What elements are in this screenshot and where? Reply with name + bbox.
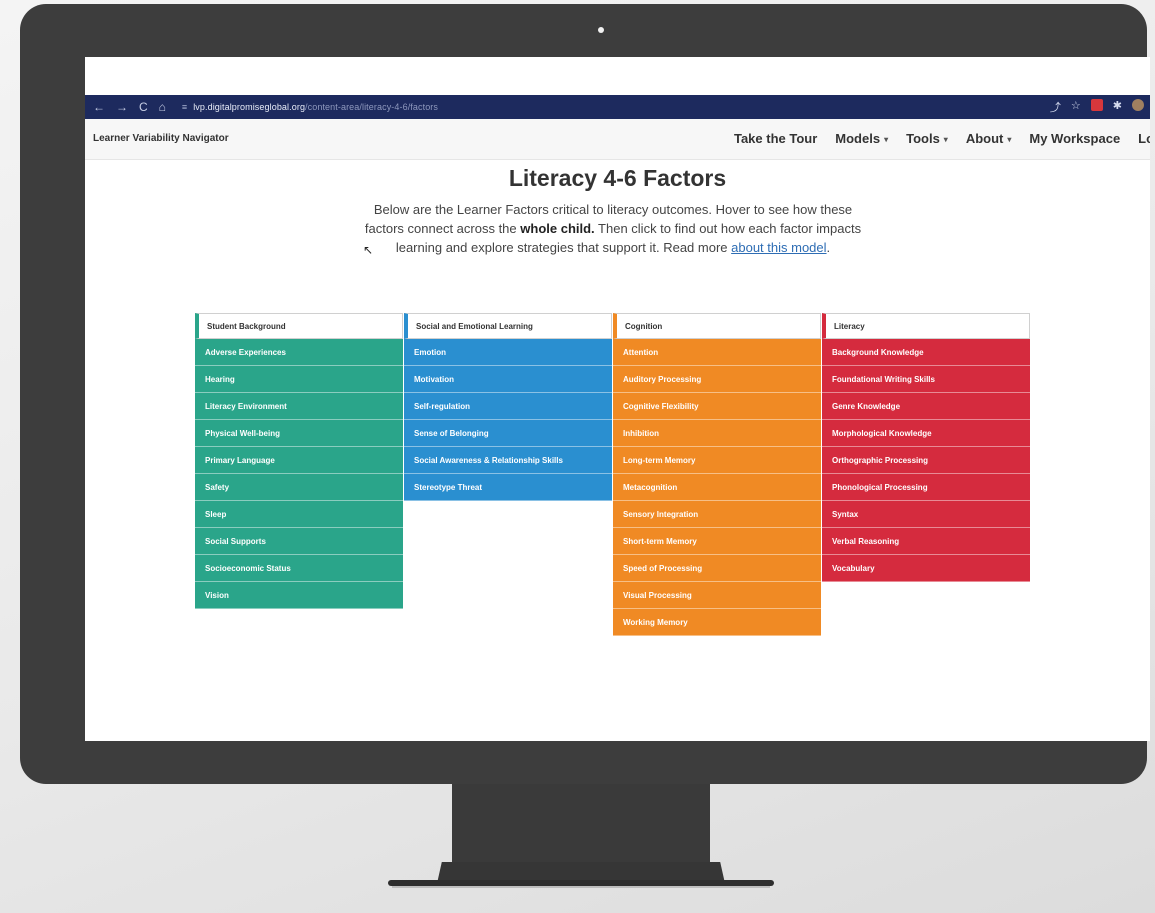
factor-item[interactable]: Metacognition [613,474,821,501]
extension-icon[interactable] [1090,99,1103,111]
mouse-cursor-icon: ↖ [363,243,374,257]
factor-item[interactable]: Genre Knowledge [822,393,1030,420]
nav-item-label: About [965,131,1004,146]
nav-item-label: My Workspace [1029,131,1121,146]
factor-item[interactable]: Inhibition [613,420,821,447]
intro-end: . [826,240,831,255]
factor-item[interactable]: Foundational Writing Skills [822,366,1030,393]
puzzle-icon[interactable]: ✱ [1113,99,1122,115]
webcam-dot [598,27,604,33]
factor-item[interactable]: Self-regulation [404,393,612,420]
nav-item-label: Take the Tour [733,131,818,146]
browser-nav: ← → C ⌂ [85,100,166,114]
factor-item[interactable]: Social Awareness & Relationship Skills [404,447,612,474]
page-title: Literacy 4-6 Factors [508,165,727,191]
main-menu: Take the Tour Models ▾ Tools ▾ About ▾ My Works… [734,131,1150,146]
factor-item[interactable]: Adverse Experiences [195,339,403,366]
site-navbar: Learner Variability Navigator Take the T… [85,119,1150,160]
url-host: lvp.digitalpromiseglobal.org [193,102,306,112]
factor-item[interactable]: Visual Processing [613,582,821,609]
nav-item-label: Tools [906,131,940,146]
lock-icon: ≡ [181,102,188,112]
factor-item[interactable]: Socioeconomic Status [195,555,403,582]
page-intro: Below are the Learner Factors critical t… [353,200,873,257]
factor-item[interactable]: Safety [195,474,403,501]
url-path: /content-area/literacy-4-6/factors [305,102,439,112]
nav-item-tools[interactable]: Tools ▾ [906,131,948,146]
factor-item[interactable]: Hearing [195,366,403,393]
site-brand[interactable]: Learner Variability Navigator [93,133,229,144]
factor-item[interactable]: Short-term Memory [613,528,821,555]
factor-column-cognition: Cognition Attention Auditory Processing Cog… [613,313,821,636]
factor-item[interactable]: Attention [613,339,821,366]
screen: ← → C ⌂ ≡ lvp.digitalpromiseglobal.org/c… [85,57,1150,741]
factor-item[interactable]: Working Memory [613,609,821,636]
caret-down-icon: ▾ [884,135,889,145]
browser-toolbar: ← → C ⌂ ≡ lvp.digitalpromiseglobal.org/c… [85,95,1150,119]
profile-avatar[interactable] [1132,99,1144,111]
factor-item[interactable]: Vision [195,582,403,609]
caret-down-icon: ▾ [943,135,948,145]
nav-item-label: Models [835,131,881,146]
about-model-link[interactable]: about this model [731,240,826,255]
factor-item[interactable]: Physical Well-being [195,420,403,447]
factor-item[interactable]: Cognitive Flexibility [613,393,821,420]
factor-item[interactable]: Auditory Processing [613,366,821,393]
factor-column-sel: Social and Emotional Learning Emotion Moti… [404,313,612,501]
factor-item[interactable]: Literacy Environment [195,393,403,420]
nav-item-log[interactable]: Log [1138,131,1150,146]
factor-item[interactable]: Sleep [195,501,403,528]
monitor-bezel: ← → C ⌂ ≡ lvp.digitalpromiseglobal.org/c… [20,4,1150,784]
factor-item[interactable]: Morphological Knowledge [822,420,1030,447]
factor-item[interactable]: Orthographic Processing [822,447,1030,474]
column-header: Cognition [613,313,821,339]
factor-item[interactable]: Long-term Memory [613,447,821,474]
nav-item-about[interactable]: About ▾ [966,131,1012,146]
reload-icon[interactable]: C [139,100,148,114]
factor-column-literacy: Literacy Background Knowledge Foundational… [822,313,1030,582]
factor-item[interactable]: Background Knowledge [822,339,1030,366]
factor-item[interactable]: Sense of Belonging [404,420,612,447]
factor-column-student-background: Student Background Adverse Experiences Hea… [195,313,403,609]
factor-item[interactable]: Verbal Reasoning [822,528,1030,555]
caret-down-icon: ▾ [1007,135,1012,145]
factor-item[interactable]: Motivation [404,366,612,393]
back-icon[interactable]: ← [93,100,105,114]
browser-actions: ⤴ ☆ ✱ [1050,99,1144,115]
factor-item[interactable]: Sensory Integration [613,501,821,528]
star-icon[interactable]: ☆ [1071,99,1081,115]
factor-item[interactable]: Syntax [822,501,1030,528]
address-bar[interactable]: lvp.digitalpromiseglobal.org/content-are… [193,102,438,112]
share-icon[interactable]: ⤴ [1050,99,1061,115]
forward-icon[interactable]: → [116,100,128,114]
nav-item-models[interactable]: Models ▾ [835,131,888,146]
intro-bold: whole child. [520,221,595,236]
factor-item[interactable]: Speed of Processing [613,555,821,582]
column-header: Social and Emotional Learning [404,313,612,339]
nav-item-my-workspace[interactable]: My Workspace [1029,131,1120,146]
factor-item[interactable]: Social Supports [195,528,403,555]
factor-item[interactable]: Emotion [404,339,612,366]
monitor-base-shadow [392,886,770,888]
factor-item[interactable]: Stereotype Threat [404,474,612,501]
column-header: Student Background [195,313,403,339]
column-header: Literacy [822,313,1030,339]
factor-item[interactable]: Vocabulary [822,555,1030,582]
factor-item[interactable]: Phonological Processing [822,474,1030,501]
nav-item-take-the-tour[interactable]: Take the Tour [734,131,817,146]
factor-item[interactable]: Primary Language [195,447,403,474]
nav-item-label: Log [1138,131,1150,146]
home-icon[interactable]: ⌂ [159,100,166,114]
